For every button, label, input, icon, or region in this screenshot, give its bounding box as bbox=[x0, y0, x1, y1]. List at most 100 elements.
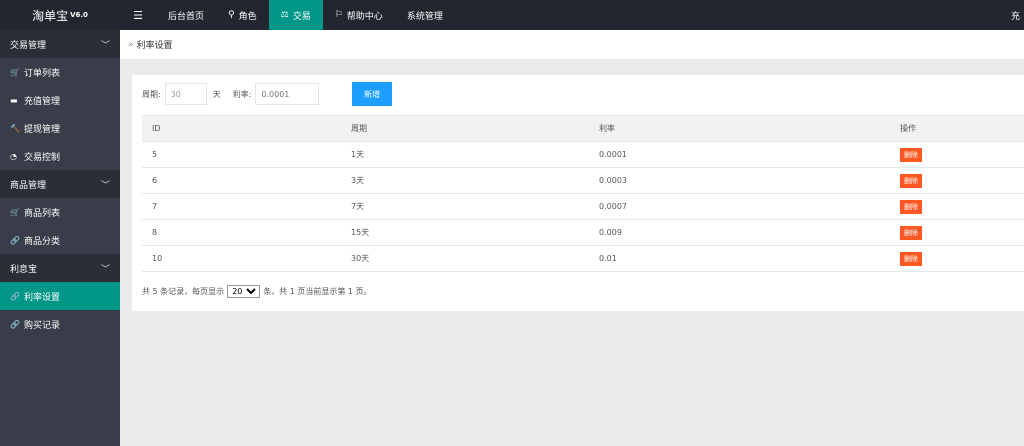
nav-item-label: 后台首页 bbox=[168, 11, 205, 22]
sidebar-item-label: 订单列表 bbox=[24, 68, 61, 79]
cell-cycle: 30天 bbox=[341, 245, 589, 272]
sidebar-item-label: 商品分类 bbox=[24, 236, 61, 247]
user-icon: ⚲ bbox=[228, 10, 235, 20]
sidebar-item-label: 利率设置 bbox=[24, 292, 61, 303]
cycle-label: 周期: bbox=[142, 89, 161, 99]
sidebar-group-goods[interactable]: 商品管理 ﹀ bbox=[0, 170, 120, 198]
cell-cycle: 15天 bbox=[341, 219, 589, 246]
nav-item-help[interactable]: ⚐ 帮助中心 bbox=[323, 0, 395, 30]
hammer-icon: 🔨 bbox=[10, 123, 20, 133]
column-header-id: ID bbox=[142, 115, 341, 142]
link-icon: 🔗 bbox=[10, 319, 20, 329]
column-header-cycle: 周期 bbox=[341, 115, 589, 142]
column-header-action: 操作 bbox=[890, 115, 1024, 142]
sidebar-group-trade[interactable]: 交易管理 ﹀ bbox=[0, 30, 120, 58]
sidebar-item-purchase-records[interactable]: 🔗 购买记录 bbox=[0, 310, 120, 338]
nav-item-label: 系统管理 bbox=[406, 11, 443, 22]
column-header-rate: 利率 bbox=[589, 115, 890, 142]
cell-rate: 0.0007 bbox=[589, 193, 890, 220]
cell-rate: 0.009 bbox=[589, 219, 890, 246]
sidebar-item-label: 商品列表 bbox=[24, 208, 61, 219]
double-chevron-right-icon: » bbox=[128, 39, 134, 50]
add-button[interactable]: 新增 bbox=[352, 82, 392, 106]
top-nav: ☰ 后台首页 ⚲ 角色 ⚖ 交易 ⚐ 帮助中心 系统管理 bbox=[120, 0, 455, 30]
sidebar-item-orders[interactable]: 🛒 订单列表 bbox=[0, 58, 120, 86]
nav-item-home[interactable]: 后台首页 bbox=[156, 0, 216, 30]
sidebar-item-label: 提现管理 bbox=[24, 124, 61, 135]
sidebar-item-label: 购买记录 bbox=[24, 320, 61, 331]
add-rate-form: 周期: 天 利率: bbox=[142, 83, 320, 105]
cart-icon: 🛒 bbox=[10, 207, 20, 217]
rate-settings-card: 周期: 天 利率: 新增 ID 周期 利率 操作 5 1天 0.0001 bbox=[132, 75, 1024, 311]
sidebar-item-label: 交易控制 bbox=[24, 152, 61, 163]
top-bar: 淘单宝 V6.0 ☰ 后台首页 ⚲ 角色 ⚖ 交易 ⚐ 帮助中心 系统管理 充 bbox=[0, 0, 1024, 30]
sidebar-group-label: 利息宝 bbox=[10, 264, 38, 275]
cell-id: 7 bbox=[142, 193, 341, 220]
pagination-prefix: 共 5 条记录，每页显示 bbox=[142, 286, 225, 296]
chevron-down-icon: ﹀ bbox=[100, 40, 110, 51]
scale-icon: ⚖ bbox=[280, 10, 289, 20]
sidebar-group-interest[interactable]: 利息宝 ﹀ bbox=[0, 254, 120, 282]
card-icon: ▬ bbox=[10, 95, 18, 105]
table-row: 10 30天 0.01 删除 bbox=[142, 245, 1024, 272]
sidebar-item-label: 充值管理 bbox=[24, 96, 61, 107]
rate-label: 利率: bbox=[232, 89, 252, 99]
cell-action: 删除 bbox=[890, 141, 1024, 168]
delete-button[interactable]: 删除 bbox=[900, 199, 922, 214]
delete-button[interactable]: 删除 bbox=[900, 173, 922, 188]
sidebar-item-trade-control[interactable]: ◔ 交易控制 bbox=[0, 142, 120, 170]
app-version: V6.0 bbox=[70, 11, 88, 19]
nav-item-trade[interactable]: ⚖ 交易 bbox=[268, 0, 323, 30]
nav-item-label: 交易 bbox=[292, 11, 311, 22]
cell-cycle: 1天 bbox=[341, 141, 589, 168]
sidebar-item-recharge[interactable]: ▬ 充值管理 bbox=[0, 86, 120, 114]
cell-cycle: 3天 bbox=[341, 167, 589, 194]
nav-item-label: 帮助中心 bbox=[346, 11, 383, 22]
pagination-suffix: 条，共 1 页当前显示第 1 页。 bbox=[263, 286, 372, 296]
table-row: 6 3天 0.0003 删除 bbox=[142, 167, 1024, 194]
nav-item-role[interactable]: ⚲ 角色 bbox=[216, 0, 269, 30]
sidebar-item-goods-category[interactable]: 🔗 商品分类 bbox=[0, 226, 120, 254]
cell-cycle: 7天 bbox=[341, 193, 589, 220]
cell-id: 6 bbox=[142, 167, 341, 194]
cell-action: 删除 bbox=[890, 219, 1024, 246]
breadcrumb-current: 利率设置 bbox=[136, 41, 173, 51]
sidebar-group-label: 交易管理 bbox=[10, 40, 47, 51]
nav-item-system[interactable]: 系统管理 bbox=[395, 0, 455, 30]
sidebar-item-goods-list[interactable]: 🛒 商品列表 bbox=[0, 198, 120, 226]
menu-toggle-button[interactable]: ☰ bbox=[120, 0, 156, 30]
cell-rate: 0.0003 bbox=[589, 167, 890, 194]
link-icon: 🔗 bbox=[10, 235, 20, 245]
rate-input[interactable] bbox=[255, 83, 320, 105]
cell-action: 删除 bbox=[890, 167, 1024, 194]
cart-icon: 🛒 bbox=[10, 67, 20, 77]
sidebar-item-rate-settings[interactable]: 🔗 利率设置 bbox=[0, 282, 120, 310]
cell-action: 删除 bbox=[890, 193, 1024, 220]
rate-table: ID 周期 利率 操作 5 1天 0.0001 删除 6 3天 0.0003 删 bbox=[142, 115, 1024, 272]
pagination: 共 5 条记录，每页显示 20 条，共 1 页当前显示第 1 页。 bbox=[142, 284, 372, 298]
day-unit-label: 天 bbox=[212, 89, 221, 99]
cell-rate: 0.0001 bbox=[589, 141, 890, 168]
delete-button[interactable]: 删除 bbox=[900, 225, 922, 240]
app-logo[interactable]: 淘单宝 V6.0 bbox=[0, 0, 120, 30]
cycle-input[interactable] bbox=[164, 83, 207, 105]
app-title: 淘单宝 bbox=[32, 8, 69, 23]
table-row: 5 1天 0.0001 删除 bbox=[142, 141, 1024, 168]
delete-button[interactable]: 删除 bbox=[900, 147, 922, 162]
sidebar-group-label: 商品管理 bbox=[10, 180, 47, 191]
table-header-row: ID 周期 利率 操作 bbox=[142, 115, 1024, 142]
chevron-down-icon: ﹀ bbox=[100, 264, 110, 275]
table-row: 7 7天 0.0007 删除 bbox=[142, 193, 1024, 220]
sidebar: 交易管理 ﹀ 🛒 订单列表 ▬ 充值管理 🔨 提现管理 ◔ 交易控制 商品管理 ﹀ 🛒 商品列… bbox=[0, 30, 120, 446]
nav-item-label: 角色 bbox=[238, 11, 257, 22]
sidebar-item-withdraw[interactable]: 🔨 提现管理 bbox=[0, 114, 120, 142]
page-size-select[interactable]: 20 bbox=[227, 284, 261, 298]
cell-action: 删除 bbox=[890, 245, 1024, 272]
breadcrumb: » 利率设置 bbox=[120, 30, 1024, 60]
cell-rate: 0.01 bbox=[589, 245, 890, 272]
cell-id: 10 bbox=[142, 245, 341, 272]
cell-id: 5 bbox=[142, 141, 341, 168]
delete-button[interactable]: 删除 bbox=[900, 251, 922, 266]
topbar-right-link[interactable]: 充 bbox=[1011, 0, 1020, 30]
gauge-icon: ◔ bbox=[10, 151, 17, 161]
